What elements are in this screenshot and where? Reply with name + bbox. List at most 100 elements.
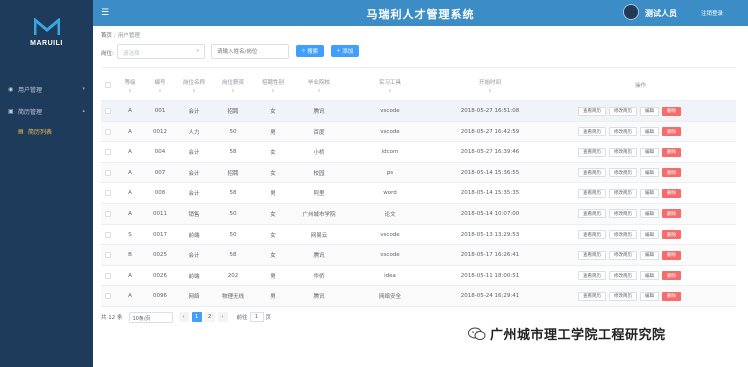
edit-resume-button[interactable]: 修改简历 <box>609 271 637 281</box>
column-header-salary[interactable]: 岗位薪资 ⬍ <box>213 68 253 102</box>
search-input[interactable] <box>211 44 289 59</box>
cell-school: 小桥 <box>313 150 325 157</box>
sidebar-item-resume-list[interactable]: ▤ 简历列表 <box>0 124 93 138</box>
column-header-tool[interactable]: 实习工具 ⬍ <box>345 68 435 102</box>
edit-button[interactable]: 编辑 <box>640 250 659 260</box>
logo: MARUILI <box>0 18 93 47</box>
edit-button[interactable]: 编辑 <box>640 209 659 219</box>
breadcrumb-home[interactable]: 首页 <box>101 33 112 39</box>
row-checkbox[interactable] <box>105 252 111 259</box>
delete-button[interactable]: 删除 <box>662 127 681 137</box>
goto-page-input[interactable]: 1 <box>249 312 264 322</box>
column-header-post[interactable]: 岗位名称 ⬍ <box>175 68 213 102</box>
page-size-select[interactable]: 10条/页 <box>128 311 173 323</box>
row-checkbox[interactable] <box>105 293 111 300</box>
table-row[interactable]: A 001 会计 招聘 女 腾讯 vscode 2018-05-27 16:51:08 查看简历… <box>101 101 736 122</box>
sidebar-item-resume-management[interactable]: ▣ 简历管理 ▴ <box>0 104 93 118</box>
view-resume-button[interactable]: 查看简历 <box>578 188 606 198</box>
table-row[interactable]: S 0017 前端 50 女 网易云 vscode 2018-05-13 13:29:53 查看… <box>101 225 736 246</box>
edit-resume-button[interactable]: 修改简历 <box>609 291 637 301</box>
column-header-time[interactable]: 开始时间 ⬍ <box>435 68 545 102</box>
select-all-checkbox[interactable] <box>105 82 111 88</box>
delete-button[interactable]: 删除 <box>662 209 681 219</box>
view-resume-button[interactable]: 查看简历 <box>578 106 606 116</box>
edit-resume-button[interactable]: 修改简历 <box>609 106 637 116</box>
edit-resume-button[interactable]: 修改简历 <box>609 188 637 198</box>
next-page-button[interactable]: › <box>217 312 228 322</box>
sidebar-item-user-management[interactable]: ◉ 用户管理 ▾ <box>0 82 93 96</box>
logout-link[interactable]: 注销登录 <box>701 9 723 17</box>
goto-label: 前往 <box>236 315 248 321</box>
edit-button[interactable]: 编辑 <box>640 106 659 116</box>
row-checkbox[interactable] <box>105 149 111 156</box>
row-checkbox[interactable] <box>105 210 111 217</box>
page-button-2[interactable]: 2 <box>204 312 215 322</box>
view-resume-button[interactable]: 查看简历 <box>578 230 606 240</box>
view-resume-button[interactable]: 查看简历 <box>578 147 606 157</box>
view-resume-button[interactable]: 查看简历 <box>578 168 606 178</box>
edit-resume-button[interactable]: 修改简历 <box>609 209 637 219</box>
table-row[interactable]: A 0026 前端 202 男 华侨 idea 2018-05-11 18:00:51 查看简历… <box>101 266 736 287</box>
edit-button[interactable]: 编辑 <box>640 291 659 301</box>
page-button-1[interactable]: 1 <box>191 312 202 322</box>
edit-resume-button[interactable]: 修改简历 <box>609 250 637 260</box>
avatar[interactable] <box>623 4 639 20</box>
table-row[interactable]: A 007 会计 招聘 女 校园 ps 2018-05-14 15:36:55 查看简历 修改简历… <box>101 162 736 184</box>
cell-gender: 男 <box>270 191 276 198</box>
row-checkbox[interactable] <box>105 128 111 135</box>
table-row[interactable]: B 0025 会计 58 女 腾讯 vscode 2018-05-17 16:26:41 查看简… <box>101 245 736 266</box>
post-select[interactable]: 请选择 ▾ <box>117 44 205 59</box>
edit-button[interactable]: 编辑 <box>640 147 659 157</box>
table-row[interactable]: A 0012 人力 50 男 百度 vscode 2018-05-27 16:42:59 查看简… <box>101 121 736 143</box>
edit-resume-button[interactable]: 修改简历 <box>609 230 637 240</box>
view-resume-button[interactable]: 查看简历 <box>578 250 606 260</box>
row-checkbox[interactable] <box>105 231 111 238</box>
edit-resume-button[interactable]: 修改简历 <box>609 168 637 178</box>
cell-school: 百度 <box>313 129 325 136</box>
row-checkbox[interactable] <box>105 190 111 197</box>
column-header-gender[interactable]: 招聘性别 ⬍ <box>253 68 293 102</box>
edit-resume-button[interactable]: 修改简历 <box>609 127 637 137</box>
edit-button[interactable]: 编辑 <box>640 168 659 178</box>
cell-id: 004 <box>154 149 166 156</box>
cell-gender: 女 <box>270 170 276 177</box>
cell-salary: 50 <box>229 128 237 135</box>
cell-salary: 招聘 <box>227 170 239 177</box>
delete-button[interactable]: 删除 <box>662 230 681 240</box>
prev-page-button[interactable]: ‹ <box>178 312 189 322</box>
edit-button[interactable]: 编辑 <box>640 188 659 198</box>
column-header-level[interactable]: 等级 ⬍ <box>115 68 145 102</box>
edit-button[interactable]: 编辑 <box>640 127 659 137</box>
row-checkbox[interactable] <box>105 169 111 176</box>
edit-button[interactable]: 编辑 <box>640 271 659 281</box>
cell-level: B <box>128 252 132 259</box>
table-row[interactable]: A 0096 网络 物理无线 男 腾讯 网络安全 2018-05-24 16:29:41 查看简… <box>101 286 736 307</box>
select-all-cell <box>101 68 115 102</box>
column-header-school[interactable]: 毕业院校 ⬍ <box>293 68 345 102</box>
delete-button[interactable]: 删除 <box>662 291 681 301</box>
edit-resume-button[interactable]: 修改简历 <box>609 147 637 157</box>
delete-button[interactable]: 删除 <box>662 250 681 260</box>
cell-gender: 男 <box>270 273 276 280</box>
row-checkbox[interactable] <box>105 272 111 279</box>
table-row[interactable]: A 0011 销售 50 女 广州城市学院 论文 2018-05-14 10:07:00 查看简… <box>101 203 736 225</box>
delete-button[interactable]: 删除 <box>662 106 681 116</box>
add-button[interactable]: + 添加 <box>331 45 360 57</box>
view-resume-button[interactable]: 查看简历 <box>578 209 606 219</box>
table-row[interactable]: A 004 会计 58 女 小桥 idcom 2018-05-27 16:39:46 查看简历修… <box>101 142 736 163</box>
search-button[interactable]: ⌕ 搜索 <box>296 45 325 57</box>
delete-button[interactable]: 删除 <box>662 147 681 157</box>
table-body: A 001 会计 招聘女腾讯 vscode 2018-05-27 16:51:08 查看简历… <box>101 101 736 307</box>
view-resume-button[interactable]: 查看简历 <box>578 127 606 137</box>
edit-button[interactable]: 编辑 <box>640 230 659 240</box>
user-name[interactable]: 测试人员 <box>645 8 677 19</box>
view-resume-button[interactable]: 查看简历 <box>578 291 606 301</box>
delete-button[interactable]: 删除 <box>662 271 681 281</box>
view-resume-button[interactable]: 查看简历 <box>578 271 606 281</box>
delete-button[interactable]: 删除 <box>662 188 681 198</box>
table-row[interactable]: A 008 会计 58 男 阿里 word 2018-05-14 15:35:35 查看简历 修改… <box>101 183 736 204</box>
delete-button[interactable]: 删除 <box>662 168 681 178</box>
cell-tool: ps <box>386 169 394 176</box>
row-checkbox[interactable] <box>105 108 111 114</box>
column-header-id[interactable]: 编号 ⬍ <box>145 68 175 102</box>
